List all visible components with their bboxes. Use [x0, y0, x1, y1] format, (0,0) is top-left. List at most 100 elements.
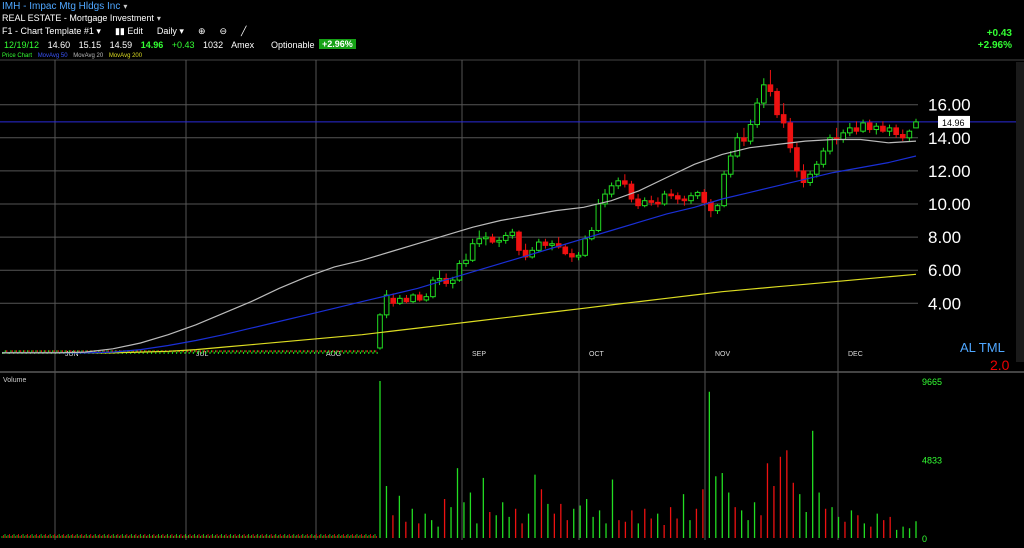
- price-candle: [31, 350, 33, 353]
- price-candle: [708, 201, 714, 212]
- price-candle: [188, 351, 190, 354]
- branding-version: 2.0: [990, 357, 1010, 373]
- price-candle: [228, 350, 231, 353]
- price-candle: [820, 150, 827, 165]
- price-candle: [376, 351, 378, 354]
- price-candle: [397, 297, 403, 304]
- price-candle: [410, 294, 416, 303]
- price-candle: [312, 350, 314, 353]
- price-candle: [6, 350, 8, 353]
- price-candle: [361, 350, 363, 353]
- price-candle: [774, 90, 780, 116]
- price-candle: [674, 195, 681, 200]
- price-candle: [163, 351, 165, 354]
- price-candle: [780, 114, 787, 124]
- price-candle: [247, 351, 249, 354]
- price-candle: [226, 351, 228, 354]
- price-candle: [66, 350, 68, 353]
- price-candle: [847, 127, 853, 134]
- price-candle: [291, 350, 293, 353]
- price-candle: [509, 231, 516, 236]
- y-tick-label: 16.00: [928, 96, 971, 115]
- price-candle: [290, 350, 292, 353]
- price-candle: [255, 351, 257, 354]
- price-candle: [279, 350, 281, 353]
- price-candle: [22, 350, 24, 353]
- price-candle: [64, 350, 66, 353]
- price-candle: [217, 351, 219, 354]
- price-candle: [305, 351, 307, 354]
- price-candle: [14, 350, 16, 353]
- price-candle: [208, 350, 210, 353]
- volume-title: Volume: [3, 377, 26, 384]
- y-tick-label: 10.00: [928, 195, 971, 214]
- price-candle: [319, 350, 321, 353]
- price-candle: [167, 351, 169, 354]
- price-candle: [245, 350, 247, 353]
- price-candle: [233, 350, 235, 353]
- price-candle: [354, 350, 356, 353]
- price-candle: [242, 351, 245, 354]
- price-candle: [373, 350, 375, 353]
- price-candle: [334, 351, 336, 354]
- price-candle: [276, 351, 278, 354]
- price-candle: [320, 350, 322, 353]
- price-candle: [535, 241, 542, 251]
- price-candle: [483, 236, 489, 240]
- price-candle: [350, 350, 352, 353]
- price-candle: [223, 350, 225, 353]
- price-candle: [456, 263, 463, 281]
- price-candle: [213, 351, 215, 354]
- price-candle: [635, 198, 641, 207]
- price-candle: [469, 243, 476, 261]
- price-candle: [840, 132, 847, 140]
- price-candle: [18, 350, 20, 353]
- price-candle: [206, 350, 208, 353]
- price-candle: [364, 351, 366, 354]
- price-candle: [219, 350, 221, 353]
- price-candle: [403, 297, 410, 303]
- price-candle: [416, 294, 423, 301]
- price-candle: [274, 350, 277, 353]
- x-tick-label: SEP: [472, 351, 486, 358]
- price-candle: [330, 351, 332, 354]
- price-candle: [694, 191, 701, 197]
- price-candle: [295, 350, 297, 353]
- price-candle: [341, 350, 343, 353]
- price-candle: [681, 198, 688, 202]
- price-candle: [343, 351, 345, 354]
- price-candle: [913, 121, 919, 129]
- price-candle: [27, 350, 29, 353]
- price-candle: [270, 350, 272, 353]
- price-candle: [787, 122, 794, 149]
- branding-text: AL TML: [960, 340, 1005, 355]
- volume-tick-label: 4833: [922, 455, 942, 465]
- price-candle: [261, 350, 263, 353]
- price-volume-chart[interactable]: JUN JUL AUG SEP OCT NOV DEC4.006.008.0010.0012…: [0, 0, 1024, 548]
- price-candle: [209, 351, 211, 354]
- price-candle: [595, 203, 602, 231]
- price-candle: [52, 350, 54, 353]
- price-candle: [866, 122, 873, 131]
- price-candle: [502, 234, 509, 241]
- price-candle: [368, 351, 370, 354]
- price-candle: [615, 180, 622, 187]
- price-candle: [47, 350, 50, 353]
- current-price-tag: 14.96: [942, 118, 965, 128]
- price-candle: [32, 350, 34, 353]
- price-candle: [323, 350, 325, 353]
- price-candle: [293, 351, 295, 354]
- price-candle: [273, 350, 275, 353]
- price-candle: [800, 170, 807, 183]
- price-candle: [57, 350, 59, 353]
- price-candle: [760, 84, 767, 104]
- x-tick-label: DEC: [848, 351, 863, 358]
- price-candle: [873, 125, 880, 131]
- mavg200-line: [2, 273, 917, 354]
- price-candle: [315, 350, 317, 353]
- price-candle: [237, 350, 239, 353]
- price-candle: [741, 137, 747, 142]
- price-candle: [496, 239, 502, 243]
- price-candle: [628, 183, 635, 200]
- price-candle: [202, 350, 204, 353]
